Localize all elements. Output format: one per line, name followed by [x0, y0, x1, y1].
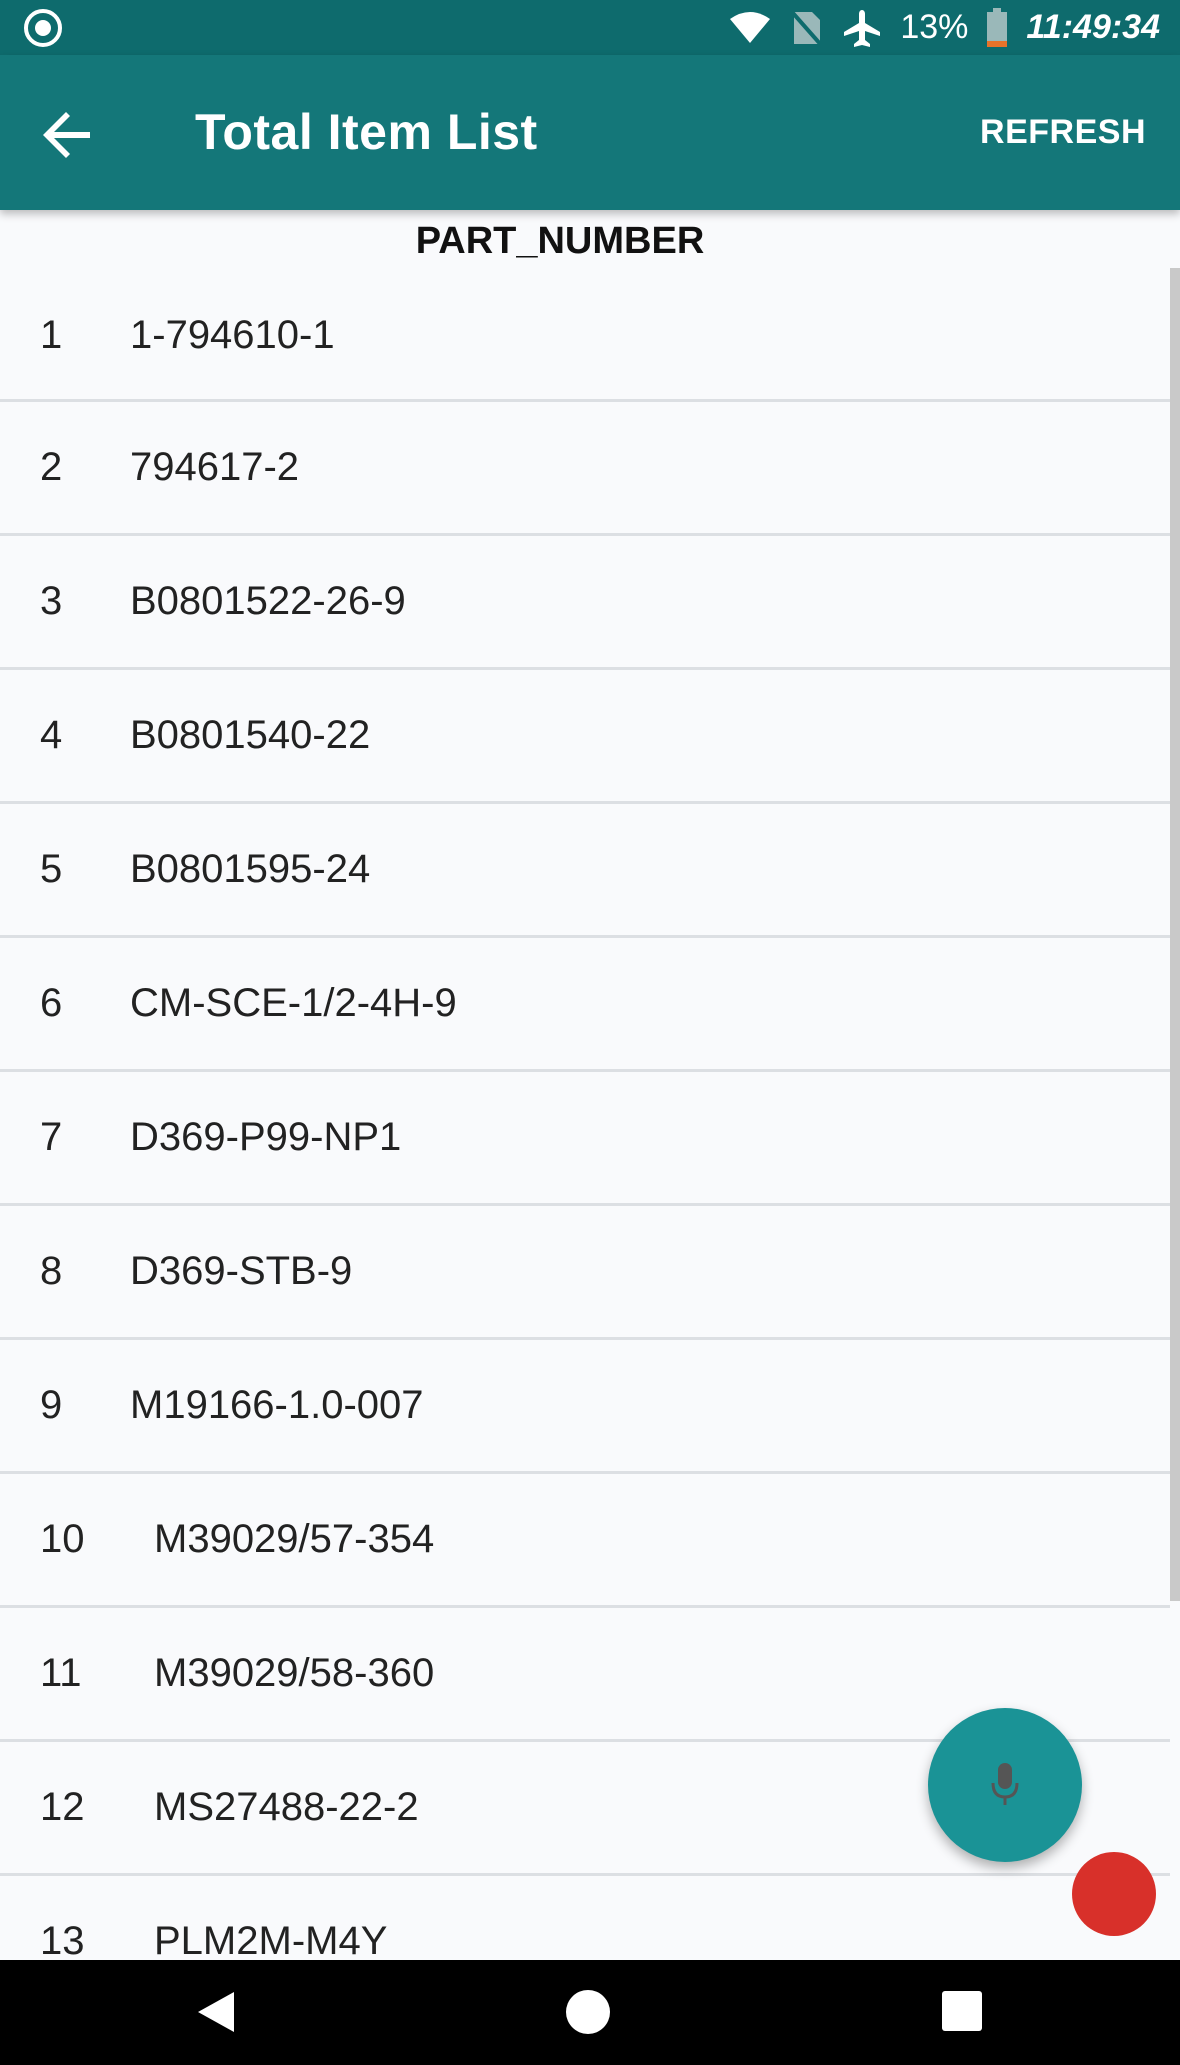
- list-item[interactable]: 1 1-794610-1: [0, 272, 1170, 402]
- row-index: 12: [40, 1785, 85, 1829]
- no-sim-icon: [790, 10, 824, 47]
- list-item[interactable]: 5 B0801595-24: [0, 804, 1170, 938]
- row-index: 10: [40, 1517, 85, 1561]
- part-number: M19166-1.0-007: [130, 1383, 424, 1427]
- part-number: PLM2M-M4Y: [154, 1919, 388, 1960]
- list-item[interactable]: 7 D369-P99-NP1: [0, 1072, 1170, 1206]
- row-index: 13: [40, 1919, 85, 1960]
- part-number: D369-STB-9: [130, 1249, 353, 1293]
- list-item[interactable]: 4 B0801540-22: [0, 670, 1170, 804]
- list-item[interactable]: 10 M39029/57-354: [0, 1474, 1170, 1608]
- row-index: 8: [40, 1249, 63, 1293]
- list-item[interactable]: 2 794617-2: [0, 402, 1170, 536]
- row-index: 9: [40, 1383, 63, 1427]
- row-index: 6: [40, 981, 63, 1025]
- row-index: 5: [40, 847, 63, 891]
- part-number: B0801540-22: [130, 713, 371, 757]
- part-number: 794617-2: [130, 445, 300, 489]
- scrollbar[interactable]: [1170, 268, 1180, 1601]
- nav-home-icon[interactable]: [566, 1990, 610, 2034]
- list-item[interactable]: 3 B0801522-26-9: [0, 536, 1170, 670]
- airplane-icon: [844, 9, 881, 47]
- part-number: B0801522-26-9: [130, 579, 406, 623]
- battery-icon: [987, 7, 1008, 47]
- list-item[interactable]: 13 PLM2M-M4Y: [0, 1876, 1170, 1960]
- row-index: 1: [40, 313, 63, 357]
- list-item[interactable]: 8 D369-STB-9: [0, 1206, 1170, 1340]
- back-arrow-icon[interactable]: [40, 107, 96, 163]
- row-index: 11: [40, 1651, 82, 1695]
- part-number: B0801595-24: [130, 847, 371, 891]
- row-index: 4: [40, 713, 63, 757]
- refresh-button[interactable]: REFRESH: [980, 113, 1146, 152]
- voice-input-button[interactable]: [928, 1708, 1082, 1862]
- microphone-icon: [991, 1763, 1019, 1805]
- part-number: MS27488-22-2: [154, 1785, 419, 1829]
- part-number: M39029/57-354: [154, 1517, 435, 1561]
- status-bar: 13% 11:49:34: [0, 0, 1180, 55]
- part-number: D369-P99-NP1: [130, 1115, 402, 1159]
- record-icon: [24, 9, 62, 47]
- row-index: 2: [40, 445, 63, 489]
- record-button[interactable]: [1072, 1852, 1156, 1936]
- nav-recents-icon[interactable]: [942, 1991, 982, 2031]
- list-item[interactable]: 6 CM-SCE-1/2-4H-9: [0, 938, 1170, 1072]
- app-bar: Total Item List REFRESH: [0, 55, 1180, 210]
- row-index: 3: [40, 579, 63, 623]
- part-list[interactable]: 1 1-794610-1 2 794617-2 3 B0801522-26-9 …: [0, 272, 1170, 1960]
- part-number: CM-SCE-1/2-4H-9: [130, 981, 457, 1025]
- page-title: Total Item List: [195, 104, 538, 160]
- battery-percent: 13%: [900, 8, 969, 46]
- navigation-bar: [0, 1960, 1180, 2065]
- part-number: 1-794610-1: [130, 313, 335, 357]
- column-header: PART_NUMBER: [415, 220, 705, 262]
- part-number: M39029/58-360: [154, 1651, 435, 1695]
- list-item[interactable]: 9 M19166-1.0-007: [0, 1340, 1170, 1474]
- wifi-icon: [730, 11, 771, 43]
- clock: 11:49:34: [1026, 8, 1160, 46]
- row-index: 7: [40, 1115, 63, 1159]
- nav-back-icon[interactable]: [196, 1990, 236, 2034]
